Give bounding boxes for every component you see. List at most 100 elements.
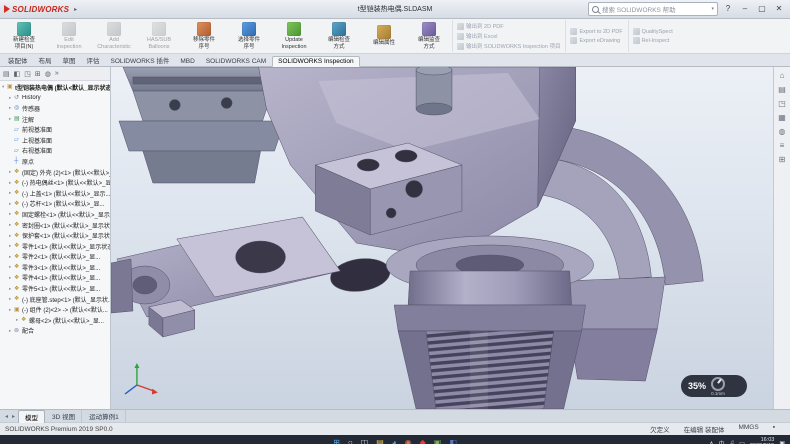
graphics-area[interactable]: 35% 0.1mm — [111, 67, 773, 409]
tree-item[interactable]: ▸ 保护套<1> (默认<<默认>_显示状... — [0, 230, 110, 241]
ribbon-button[interactable]: Edit Inspection — [47, 20, 91, 52]
dimxpert-tab-icon[interactable]: ⊞ — [35, 70, 41, 78]
propertymanager-tab-icon[interactable]: ◧ — [14, 70, 21, 78]
tree-item[interactable]: ▸ 配合 — [0, 326, 110, 337]
custom-properties-icon[interactable]: ≡ — [780, 141, 785, 150]
export-item[interactable]: Export eDrawing — [570, 37, 622, 44]
ribbon-button-icon — [62, 22, 76, 36]
view-tab[interactable]: 模型 — [18, 410, 45, 423]
tree-item[interactable]: 右视基准面 — [0, 146, 110, 157]
tree-item[interactable]: ▸ (-) 组件 (2)<2> -> (默认<<默认... — [0, 304, 110, 315]
search-dropdown-arrow[interactable]: ▾ — [711, 6, 714, 12]
view-tab[interactable]: 3D 视图 — [46, 410, 82, 423]
ribbon-button[interactable]: 编辑检查 方式 — [317, 20, 361, 52]
search-taskbar-icon[interactable]: ○ — [348, 439, 353, 444]
menu-expand-arrow[interactable]: ▸ — [74, 6, 77, 13]
file-explorer-taskbar-icon[interactable]: ▤ — [376, 439, 384, 444]
ribbon-button[interactable]: 编辑监查 方式 — [407, 20, 451, 52]
export-item[interactable]: 输出到 SOLIDWORKS Inspection 项目 — [457, 42, 560, 50]
ribbon-button[interactable]: 新建检查 项目(N) — [2, 20, 46, 52]
close-button[interactable]: ✕ — [772, 1, 786, 17]
tree-item[interactable]: ▸ (-) 热电偶丝<1> (默认<<默认>_显... — [0, 177, 110, 188]
command-tab[interactable]: 装配体 — [3, 54, 33, 66]
tree-item[interactable]: ▸ 零件1<1> (默认<<默认>_显示状态... — [0, 241, 110, 252]
tree-item[interactable]: 前视基准面 — [0, 124, 110, 135]
command-tab[interactable]: 布局 — [34, 54, 57, 66]
view-tab[interactable]: 运动算例1 — [83, 410, 126, 423]
tree-item[interactable]: ▸ 注解 — [0, 114, 110, 125]
featuremanager-tab-icon[interactable]: ▤ — [3, 70, 10, 78]
tree-item[interactable]: ▸ (-) 芯杆<1> (默认<<默认>_显... — [0, 199, 110, 210]
command-tab[interactable]: MBD — [175, 57, 199, 66]
solidworks-resources-icon[interactable]: ⌂ — [780, 71, 785, 80]
tree-item[interactable]: ▸ (-) 底座管.step<1> (默认_显示状... — [0, 294, 110, 305]
ribbon-button[interactable]: 选择零件 序号 — [227, 20, 271, 52]
search-box[interactable]: 搜索 SOLIDWORKS 帮助 ▾ — [588, 2, 718, 16]
appearances-icon[interactable]: ◍ — [779, 127, 786, 136]
ribbon-button[interactable]: Update Inspection — [272, 20, 316, 52]
tree-item[interactable]: ▸ (-) 上盖<1> (默认<<默认>_显示... — [0, 188, 110, 199]
forum-icon[interactable]: ⊞ — [779, 155, 786, 164]
export-item[interactable]: 输出到 2D PDF — [457, 22, 560, 30]
export-item[interactable]: 输出到 Excel — [457, 32, 560, 40]
tree-item[interactable]: ▸ 零件5<1> (默认<<默认>_显... — [0, 283, 110, 294]
tree-item[interactable]: 上视基准面 — [0, 135, 110, 146]
tab-scroll-arrow[interactable]: ▸ — [10, 413, 17, 420]
tree-item-icon — [14, 116, 21, 122]
task-view-icon[interactable]: ◫ — [361, 439, 369, 444]
ribbon-button[interactable]: 移除零件 序号 — [182, 20, 226, 52]
view-palette-icon[interactable]: ▦ — [778, 113, 786, 122]
command-tab[interactable]: SOLIDWORKS CAM — [201, 57, 271, 66]
start-icon[interactable]: ⊞ — [333, 439, 340, 444]
tree-item[interactable]: ▸ 零件3<1> (默认<<默认>_显... — [0, 262, 110, 273]
command-tab[interactable]: 草图 — [58, 54, 81, 66]
tree-item[interactable]: ▸ 零件2<1> (默认<<默认>_显... — [0, 252, 110, 263]
maximize-button[interactable]: ▢ — [755, 1, 769, 17]
export-item-label: Export eDrawing — [579, 38, 620, 44]
tree-item[interactable]: ▸ 固定螺栓<1> (默认<<默认>_显示状... — [0, 209, 110, 220]
windows-taskbar: ⊞ ○ ◫ ▤ ◕ ◉ ◆ ▣ ◧ ∧中♫▭ 16:03 — [0, 435, 790, 444]
design-library-icon[interactable]: ▤ — [778, 85, 786, 94]
tab-scroll-arrow[interactable]: ◂ — [3, 413, 10, 420]
task-pane-strip: ⌂ ▤ ◳ ▦ ◍ ≡ ⊞ — [773, 67, 790, 409]
command-tab[interactable]: SOLIDWORKS 插件 — [106, 54, 175, 66]
command-tab[interactable]: SOLIDWORKS Inspection — [272, 56, 360, 67]
search-icon — [592, 6, 599, 13]
ime-indicator[interactable]: 中 — [719, 439, 725, 444]
app-icon-blue[interactable]: ◧ — [449, 439, 457, 444]
tree-item[interactable]: ▸ (固定) 外壳 (2)<1> (默认<<默认>_显示状态) — [0, 167, 110, 178]
help-button[interactable]: ? — [721, 1, 735, 17]
tree-item-icon — [14, 307, 21, 313]
displaymanager-tab-icon[interactable]: ◍ — [45, 70, 51, 78]
tree-item[interactable]: ▸ 传感器 — [0, 103, 110, 114]
tree-item-label: 原点 — [22, 157, 34, 166]
tree-item[interactable]: 原点 — [0, 156, 110, 167]
tree-item[interactable]: ▾ t型铠装热电偶 (默认<默认_显示状态-1>) — [0, 82, 110, 93]
network-battery-icon[interactable]: ▭ — [739, 440, 745, 444]
export-item-icon — [570, 37, 577, 44]
minimize-button[interactable]: – — [738, 1, 752, 17]
notification-icon[interactable]: ▣ — [779, 440, 785, 444]
export-item[interactable]: QualitySpect — [633, 28, 673, 35]
command-tab[interactable]: 评估 — [82, 54, 105, 66]
ribbon-button[interactable]: 编辑属性 — [362, 20, 406, 52]
panel-overflow-icon[interactable]: » — [55, 70, 59, 77]
configurationmanager-tab-icon[interactable]: ◳ — [24, 70, 31, 78]
clock[interactable]: 16:03 2022/8/15 — [750, 437, 774, 444]
tray-expand-icon[interactable]: ∧ — [709, 440, 713, 444]
edge-icon[interactable]: ◕ — [392, 439, 397, 444]
browser-icon[interactable]: ◉ — [405, 439, 412, 444]
tree-item[interactable]: ▸ History — [0, 93, 110, 104]
ribbon-button[interactable]: Add Characteristic — [92, 20, 136, 52]
tree-item-icon — [14, 180, 21, 186]
export-item[interactable]: Rel-Inspect — [633, 37, 673, 44]
export-item[interactable]: Export to 2D PDF — [570, 28, 622, 35]
file-explorer-icon[interactable]: ◳ — [778, 99, 786, 108]
volume-icon[interactable]: ♫ — [730, 440, 735, 444]
tree-item[interactable]: ▸ 螺母<2> (默认<<默认>_显... — [0, 315, 110, 326]
solidworks-taskbar-icon[interactable]: ◆ — [420, 439, 426, 444]
tree-item[interactable]: ▸ 密封圈<1> (默认<<默认>_显示状态... — [0, 220, 110, 231]
app-icon-green[interactable]: ▣ — [434, 439, 442, 444]
ribbon-button[interactable]: HAS/SUB Balloons — [137, 20, 181, 52]
tree-item[interactable]: ▸ 零件4<1> (默认<<默认>_显... — [0, 273, 110, 284]
